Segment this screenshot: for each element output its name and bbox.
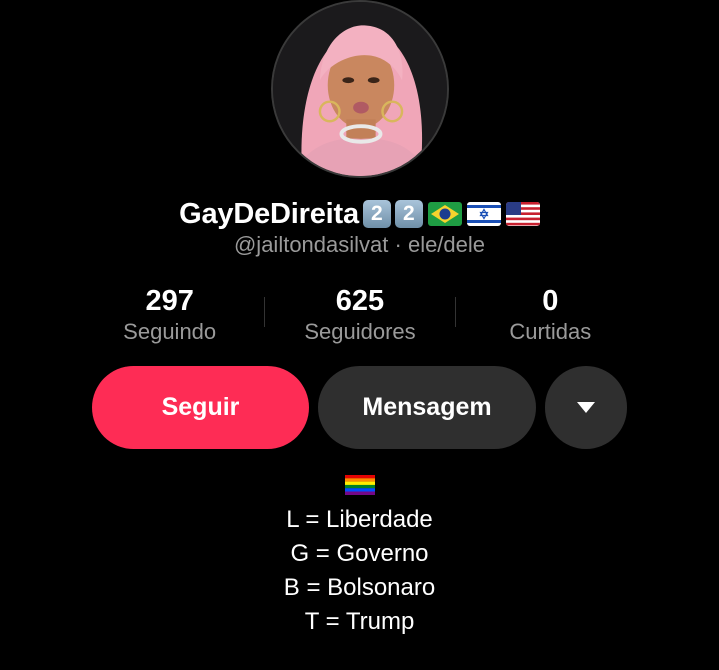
stat-label: Seguidores xyxy=(304,319,416,344)
stat-likes[interactable]: 0 Curtidas xyxy=(456,285,645,345)
display-name-row: GayDeDireita 2 2 xyxy=(0,194,719,234)
keycap-two-icon: 2 xyxy=(362,200,391,228)
avatar-image xyxy=(273,2,447,176)
pronouns: ele/dele xyxy=(407,232,486,257)
avatar[interactable] xyxy=(271,0,449,178)
bio: L = Liberdade G = Governo B = Bolsonaro … xyxy=(0,503,719,639)
handle-row: @jailtondasilvat · ele/dele xyxy=(0,232,719,258)
rainbow-flag-icon xyxy=(345,475,375,495)
bio-line: B = Bolsonaro xyxy=(283,574,436,601)
username-handle: @jailtondasilvat xyxy=(233,232,389,257)
stat-label: Seguindo xyxy=(123,319,217,344)
stat-value: 0 xyxy=(542,285,559,317)
stat-value: 297 xyxy=(145,285,194,317)
display-name: GayDeDireita xyxy=(179,197,359,230)
stat-value: 625 xyxy=(335,285,385,317)
follow-button[interactable]: Seguir xyxy=(92,366,309,449)
triangle-down-icon xyxy=(577,402,595,413)
bio-line: L = Liberdade xyxy=(286,506,433,533)
message-button[interactable]: Mensagem xyxy=(318,366,536,449)
brazil-flag-icon xyxy=(427,202,462,226)
usa-flag-icon xyxy=(505,202,540,226)
more-options-button[interactable] xyxy=(545,366,627,449)
israel-flag-icon xyxy=(466,202,501,226)
stat-label: Curtidas xyxy=(509,319,592,344)
bio-line: T = Trump xyxy=(304,608,415,635)
stat-following[interactable]: 297 Seguindo xyxy=(75,285,264,345)
handle-separator: · xyxy=(388,232,408,257)
bio-line: G = Governo xyxy=(290,540,429,567)
stats-row: 297 Seguindo 625 Seguidores 0 Curtidas xyxy=(75,285,645,345)
stat-followers[interactable]: 625 Seguidores xyxy=(265,285,454,345)
keycap-two-icon: 2 xyxy=(394,200,423,228)
